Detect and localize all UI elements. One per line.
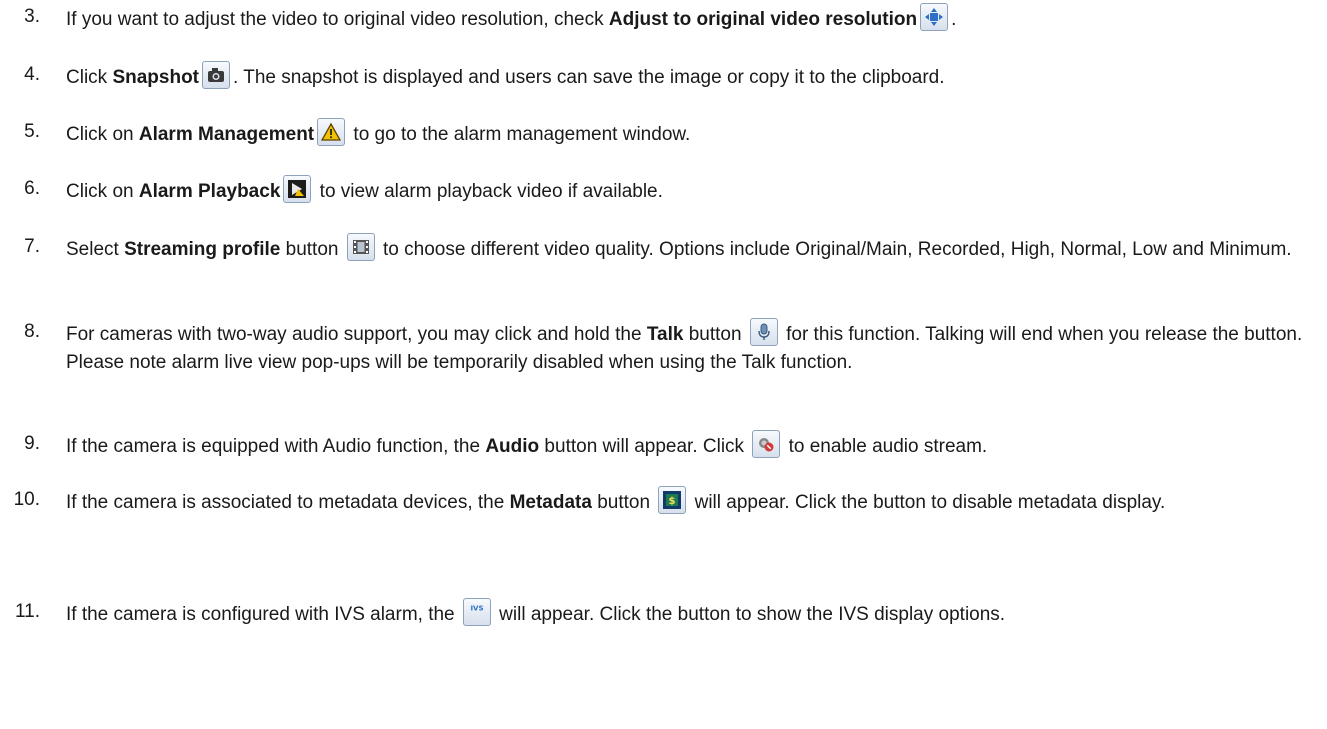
ivs-icon-label: IVS bbox=[470, 605, 483, 613]
microphone-icon bbox=[749, 318, 778, 346]
item-number: 3. bbox=[24, 6, 40, 27]
item-text: If the camera is equipped with Audio fun… bbox=[66, 430, 1311, 461]
audio-icon bbox=[752, 430, 781, 458]
item-number: 4. bbox=[24, 64, 40, 85]
item-number: 8. bbox=[24, 321, 40, 342]
item-text: If the camera is configured with IVS ala… bbox=[66, 598, 1311, 629]
alarm-playback-icon bbox=[283, 175, 312, 203]
option-label: Audio bbox=[485, 436, 540, 457]
item-number: 9. bbox=[24, 433, 40, 454]
option-label: Snapshot bbox=[112, 67, 200, 88]
option-label: Adjust to original video resolution bbox=[608, 9, 918, 30]
film-icon bbox=[346, 233, 375, 261]
camera-icon bbox=[202, 61, 231, 89]
item-number: 5. bbox=[24, 121, 40, 142]
svg-text:$: $ bbox=[669, 496, 676, 507]
item-text: Click Snapshot. The snapshot is displaye… bbox=[66, 61, 1311, 92]
item-text: If the camera is associated to metadata … bbox=[66, 486, 1311, 517]
item-text: Select Streaming profile button to choos… bbox=[66, 233, 1311, 264]
item-number: 6. bbox=[24, 178, 40, 199]
item-text: For cameras with two-way audio support, … bbox=[66, 318, 1311, 377]
option-label: Alarm Playback bbox=[138, 181, 281, 202]
ivs-icon: IVS bbox=[462, 598, 491, 626]
option-label: Metadata bbox=[509, 492, 592, 513]
item-text: If you want to adjust the video to origi… bbox=[66, 3, 1311, 34]
item-text: Click on Alarm Playback to view alarm pl… bbox=[66, 175, 1311, 206]
option-label: Talk bbox=[646, 324, 684, 345]
item-number: 7. bbox=[24, 236, 40, 257]
warning-icon bbox=[317, 118, 346, 146]
item-number: 10. bbox=[13, 489, 40, 510]
metadata-icon: $ bbox=[658, 486, 687, 514]
adjust-resolution-icon bbox=[920, 3, 949, 31]
option-label: Alarm Management bbox=[138, 124, 315, 145]
item-number: 11. bbox=[14, 601, 40, 622]
item-text: Click on Alarm Management to go to the a… bbox=[66, 118, 1311, 149]
option-label: Streaming profile bbox=[124, 239, 281, 260]
